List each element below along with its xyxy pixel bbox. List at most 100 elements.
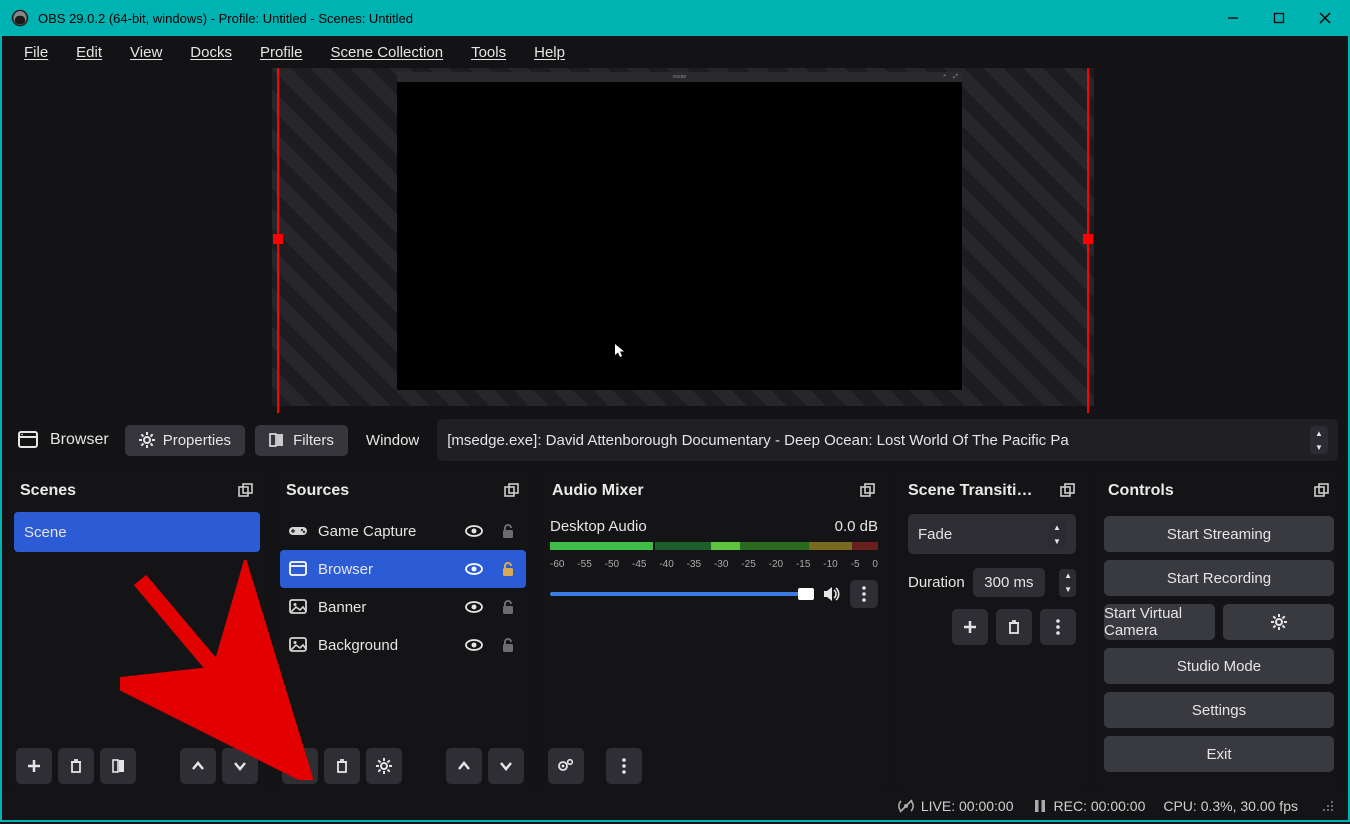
remove-source-button[interactable]: [324, 748, 360, 784]
resize-handle-right[interactable]: [1083, 234, 1093, 244]
duration-spinner[interactable]: ▲▼: [1059, 569, 1076, 597]
close-button[interactable]: [1302, 2, 1348, 34]
pause-icon: [1032, 798, 1048, 814]
scenes-dock: Scenes Scene: [8, 470, 266, 792]
dock-popout-icon[interactable]: [238, 483, 254, 499]
menubar: File Edit View Docks Profile Scene Colle…: [0, 36, 1350, 68]
scene-filter-button[interactable]: [100, 748, 136, 784]
mixer-channel-menu[interactable]: [850, 580, 878, 608]
context-source-type: Browser: [12, 431, 115, 449]
resize-handle-left[interactable]: [273, 234, 283, 244]
visibility-toggle[interactable]: [462, 600, 486, 614]
window-select[interactable]: [msedge.exe]: David Attenborough Documen…: [437, 419, 1338, 461]
gamepad-icon: [288, 524, 308, 538]
mixer-channel-db: 0.0 dB: [835, 518, 878, 535]
meter-tick-labels: -60-55-50-45-40-35-30-25-20-15-10-50: [550, 559, 878, 570]
resize-grip-icon[interactable]: [1322, 800, 1334, 812]
add-transition-button[interactable]: [952, 609, 988, 645]
transition-menu-button[interactable]: [1040, 609, 1076, 645]
transitions-dock: Scene Transiti… Fade ▲▼ Duration 300 ms …: [896, 470, 1088, 792]
preview-source-browser[interactable]: ocean ⌃⤢: [397, 72, 962, 390]
start-virtual-camera-button[interactable]: Start Virtual Camera: [1104, 604, 1215, 640]
remove-scene-button[interactable]: [58, 748, 94, 784]
mixer-menu-button[interactable]: [606, 748, 642, 784]
minimize-button[interactable]: [1210, 2, 1256, 34]
start-recording-button[interactable]: Start Recording: [1104, 560, 1334, 596]
studio-mode-button[interactable]: Studio Mode: [1104, 648, 1334, 684]
menu-scene-collection[interactable]: Scene Collection: [317, 40, 458, 65]
source-context-toolbar: Browser Properties Filters Window [msedg…: [0, 416, 1350, 464]
dock-popout-icon[interactable]: [1060, 483, 1076, 499]
settings-button[interactable]: Settings: [1104, 692, 1334, 728]
scene-item[interactable]: Scene: [14, 512, 260, 552]
titlebar: OBS 29.0.2 (64-bit, windows) - Profile: …: [0, 0, 1350, 36]
menu-file[interactable]: File: [10, 40, 62, 65]
menu-help[interactable]: Help: [520, 40, 579, 65]
scene-move-up-button[interactable]: [180, 748, 216, 784]
mixer-advanced-button[interactable]: [548, 748, 584, 784]
virtual-camera-settings-button[interactable]: [1223, 604, 1334, 640]
menu-profile[interactable]: Profile: [246, 40, 317, 65]
source-item-game-capture[interactable]: Game Capture: [280, 512, 526, 550]
start-streaming-button[interactable]: Start Streaming: [1104, 516, 1334, 552]
filters-button[interactable]: Filters: [255, 425, 348, 456]
lock-toggle[interactable]: [496, 561, 520, 577]
scene-move-down-button[interactable]: [222, 748, 258, 784]
lock-toggle[interactable]: [496, 637, 520, 653]
mixer-channel-name: Desktop Audio: [550, 518, 647, 535]
gear-icon: [139, 432, 155, 448]
transitions-title: Scene Transiti…: [908, 482, 1033, 500]
volume-slider[interactable]: [550, 592, 814, 596]
scene-item-label: Scene: [24, 524, 67, 541]
source-item-browser[interactable]: Browser: [280, 550, 526, 588]
maximize-button[interactable]: [1256, 2, 1302, 34]
statusbar: LIVE: 00:00:00 REC: 00:00:00 CPU: 0.3%, …: [0, 792, 1350, 822]
visibility-toggle[interactable]: [462, 524, 486, 538]
transition-select[interactable]: Fade ▲▼: [908, 514, 1076, 554]
gear-icon: [1271, 614, 1287, 630]
menu-tools[interactable]: Tools: [457, 40, 520, 65]
menu-edit[interactable]: Edit: [62, 40, 116, 65]
speaker-icon[interactable]: [822, 585, 842, 603]
dropdown-spinner[interactable]: ▲▼: [1310, 426, 1328, 454]
exit-button[interactable]: Exit: [1104, 736, 1334, 772]
dock-popout-icon[interactable]: [860, 483, 876, 499]
add-scene-button[interactable]: [16, 748, 52, 784]
lock-toggle[interactable]: [496, 523, 520, 539]
window-icon: [288, 561, 308, 577]
dock-popout-icon[interactable]: [1314, 483, 1330, 499]
preview-tab-label: ocean: [673, 74, 687, 80]
audio-mixer-dock: Audio Mixer Desktop Audio 0.0 dB: [540, 470, 888, 792]
mixer-title: Audio Mixer: [552, 482, 644, 500]
preview-area[interactable]: ocean ⌃⤢: [0, 68, 1350, 416]
source-item-background[interactable]: Background: [280, 626, 526, 664]
visibility-toggle[interactable]: [462, 562, 486, 576]
mixer-channel-desktop-audio: Desktop Audio 0.0 dB -60-55-50-45-40-35-…: [546, 512, 882, 610]
dock-popout-icon[interactable]: [504, 483, 520, 499]
preview-mini-titlebar: ocean ⌃⤢: [397, 72, 962, 82]
source-move-up-button[interactable]: [446, 748, 482, 784]
visibility-toggle[interactable]: [462, 638, 486, 652]
source-properties-button[interactable]: [366, 748, 402, 784]
source-item-banner[interactable]: Banner: [280, 588, 526, 626]
image-icon: [288, 637, 308, 653]
obs-logo-icon: [10, 8, 30, 28]
status-rec: REC: 00:00:00: [1032, 798, 1146, 814]
scenes-title: Scenes: [20, 482, 76, 500]
remove-transition-button[interactable]: [996, 609, 1032, 645]
add-source-button[interactable]: [282, 748, 318, 784]
broadcast-off-icon: [897, 797, 915, 815]
sources-dock: Sources Game Capture Browser Banner: [274, 470, 532, 792]
lock-toggle[interactable]: [496, 599, 520, 615]
audio-meter: [550, 539, 878, 559]
window-title: OBS 29.0.2 (64-bit, windows) - Profile: …: [38, 11, 1210, 26]
cursor-icon: [615, 344, 625, 358]
menu-docks[interactable]: Docks: [176, 40, 246, 65]
menu-view[interactable]: View: [116, 40, 176, 65]
dropdown-spinner[interactable]: ▲▼: [1048, 520, 1066, 548]
properties-button[interactable]: Properties: [125, 425, 245, 456]
transition-duration-input[interactable]: 300 ms: [973, 568, 1045, 597]
source-move-down-button[interactable]: [488, 748, 524, 784]
transition-duration-label: Duration: [908, 574, 965, 591]
context-field-label: Window: [358, 432, 427, 449]
